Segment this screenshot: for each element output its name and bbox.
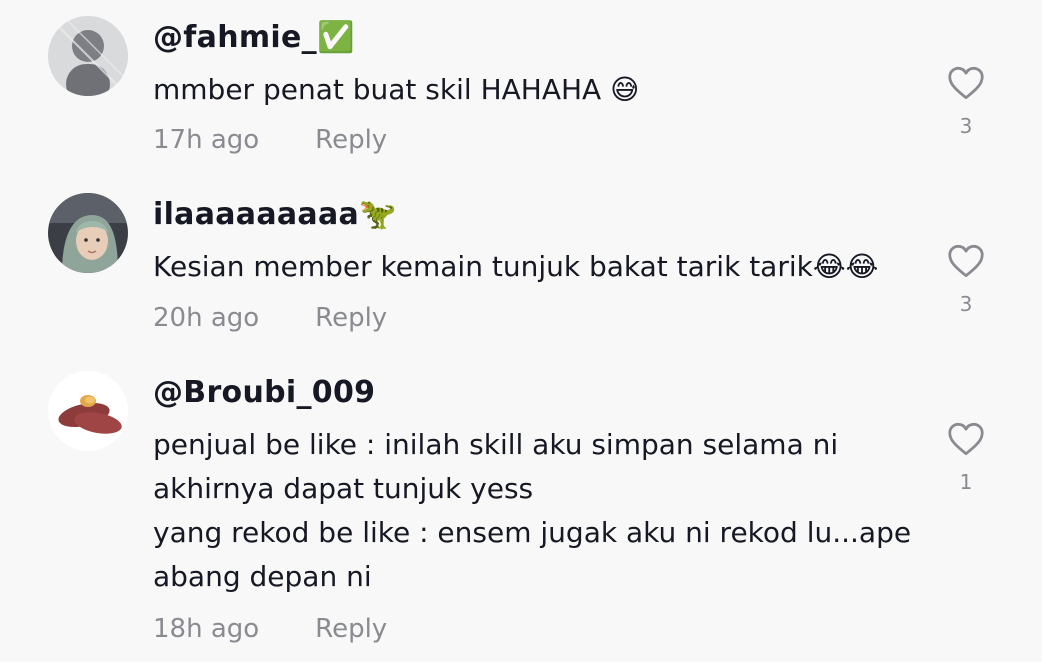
comment-username[interactable]: @fahmie_✅ — [153, 18, 355, 58]
like-count: 3 — [959, 114, 973, 138]
comment-time: 17h ago — [153, 125, 260, 155]
comment-text: penjual be like : inilah skill aku simpa… — [153, 428, 912, 593]
comment-meta: 17h ago Reply — [153, 122, 387, 158]
comment-username[interactable]: ilaaaaaaaaa🦖 — [153, 195, 397, 235]
avatar[interactable] — [48, 371, 128, 451]
like-count: 3 — [959, 292, 973, 316]
comment-time: 18h ago — [153, 614, 260, 644]
heart-outline-icon — [948, 66, 984, 100]
comment-meta: 20h ago Reply — [153, 300, 387, 336]
comment-username[interactable]: @Broubi_009 — [153, 373, 375, 413]
like-button[interactable]: 3 — [946, 244, 986, 316]
comment-text: Kesian member kemain tunjuk bakat tarik … — [153, 250, 879, 283]
reply-button[interactable]: Reply — [315, 125, 387, 155]
comment-time: 20h ago — [153, 303, 260, 333]
heart-outline-icon — [948, 244, 984, 278]
avatar[interactable] — [48, 193, 128, 273]
reply-button[interactable]: Reply — [315, 614, 387, 644]
heart-outline-icon — [948, 422, 984, 456]
avatar-sweet-potato-icon — [48, 371, 128, 451]
avatar[interactable] — [48, 16, 128, 96]
like-count: 1 — [959, 470, 973, 494]
avatar-photo-person-icon — [48, 193, 128, 273]
comment-text: mmber penat buat skil HAHAHA 😅 — [153, 73, 640, 106]
reply-button[interactable]: Reply — [315, 303, 387, 333]
like-button[interactable]: 1 — [946, 422, 986, 494]
comment-meta: 18h ago Reply — [153, 611, 387, 647]
avatar-gray-figure-icon — [48, 16, 128, 96]
like-button[interactable]: 3 — [946, 66, 986, 138]
